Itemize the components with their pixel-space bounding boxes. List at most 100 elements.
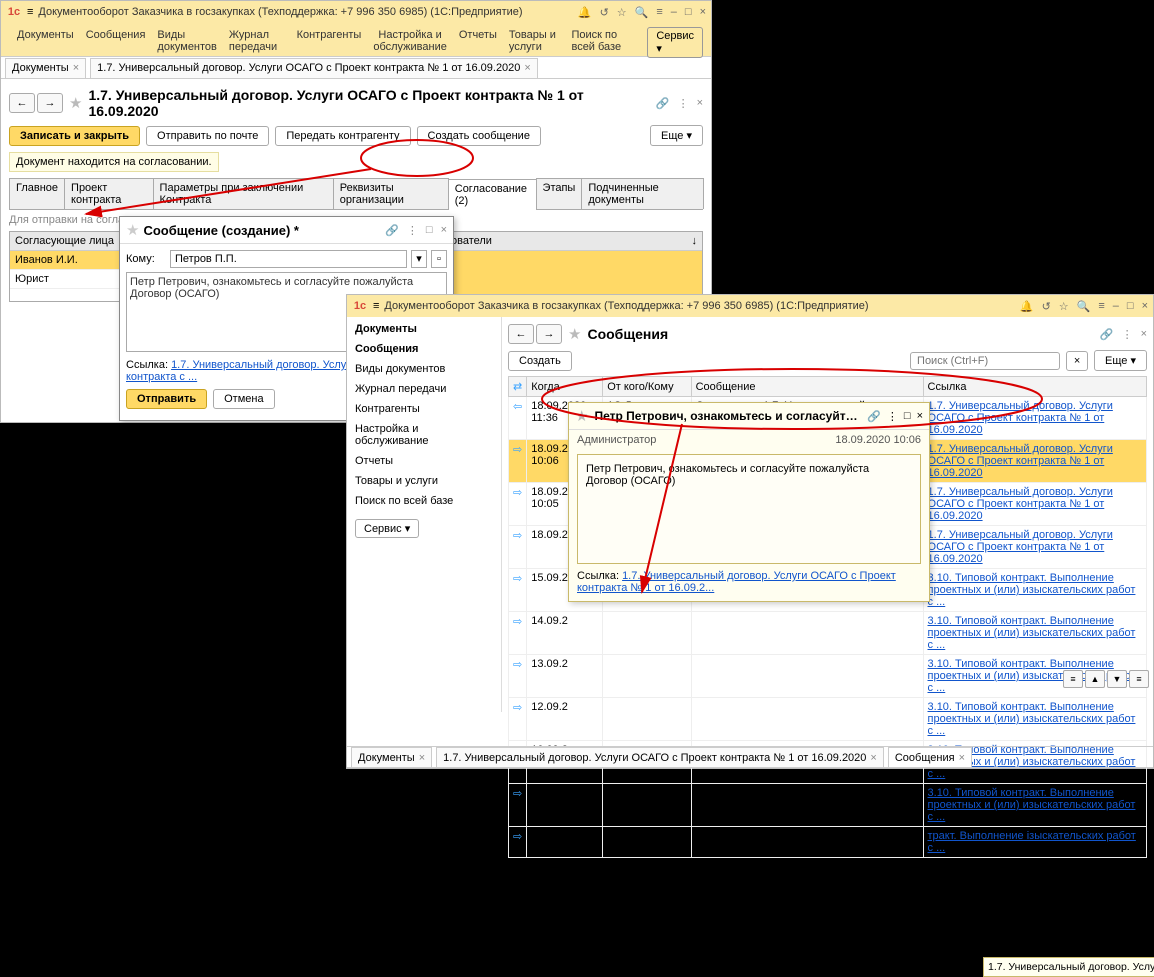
nav-down-button[interactable]: ▼ — [1107, 670, 1127, 688]
nav-back-button[interactable]: ← — [9, 93, 35, 113]
minimize-icon[interactable]: – — [1113, 300, 1119, 313]
tab-contract[interactable]: 1.7. Универсальный договор. Услуги ОСАГО… — [90, 58, 538, 78]
close-icon[interactable]: × — [917, 410, 923, 422]
menu-documents[interactable]: Документы — [17, 27, 74, 41]
cancel-button[interactable]: Отмена — [213, 389, 274, 409]
close-panel-icon[interactable]: × — [697, 97, 703, 110]
star-icon[interactable]: ★ — [575, 407, 588, 425]
menu-doctypes[interactable]: Виды документов — [157, 27, 216, 53]
col-msg[interactable]: Сообщение — [691, 377, 923, 397]
document-link[interactable]: 1.7. Универсальный договор. Услуги ОСАГО… — [577, 570, 896, 594]
square-icon[interactable]: □ — [426, 224, 433, 237]
table-row[interactable]: ⇨14.09.23.10. Типовой контракт. Выполнен… — [509, 612, 1147, 655]
table-row[interactable]: ⇨10.09.2020 00:14Администратортракт. Вып… — [509, 827, 1147, 858]
menu-settings[interactable]: Настройка и обслуживание — [373, 27, 447, 53]
nav-first-button[interactable]: ≡ — [1063, 670, 1083, 688]
col-link[interactable]: Ссылка — [923, 377, 1146, 397]
nav-fwd-button[interactable]: → — [37, 93, 63, 113]
close-icon[interactable]: × — [441, 224, 447, 237]
col-who[interactable]: От кого/Кому — [603, 377, 691, 397]
send-contragent-button[interactable]: Передать контрагенту — [275, 126, 410, 146]
square-icon[interactable]: □ — [904, 410, 911, 422]
row-link[interactable]: 3.10. Типовой контракт. Выполнение проек… — [928, 615, 1136, 651]
menu-search[interactable]: Поиск по всей базе — [571, 27, 631, 53]
star-icon[interactable]: ★ — [126, 221, 139, 239]
close-icon[interactable]: × — [700, 6, 706, 19]
to-clear-button[interactable]: ▫ — [431, 250, 447, 268]
to-dropdown-button[interactable]: ▾ — [411, 250, 427, 268]
create-button[interactable]: Создать — [508, 351, 572, 371]
row-link[interactable]: тракт. Выполнение ізыскательских работ с… — [928, 830, 1136, 854]
tab-close-icon[interactable]: × — [870, 752, 876, 764]
sidebar-item-contragents[interactable]: Контрагенты — [355, 403, 493, 415]
itab-project[interactable]: Проект контракта — [64, 178, 154, 209]
link-icon[interactable]: 🔗 — [385, 224, 399, 237]
row-link[interactable]: 1.7. Универсальный договор. Услуги ОСАГО… — [928, 400, 1113, 436]
close-panel-icon[interactable]: × — [1141, 328, 1147, 341]
nav-fwd-button[interactable]: → — [536, 324, 562, 344]
tab-close-icon[interactable]: × — [73, 62, 79, 74]
menu-contragents[interactable]: Контрагенты — [297, 27, 362, 41]
sidebar-item-reports[interactable]: Отчеты — [355, 455, 493, 467]
search-clear-button[interactable]: × — [1066, 351, 1088, 371]
nav-last-button[interactable]: ≡ — [1129, 670, 1149, 688]
tab-contract[interactable]: 1.7. Универсальный договор. Услуги ОСАГО… — [436, 747, 884, 767]
menu-goods[interactable]: Товары и услуги — [509, 27, 560, 53]
more-icon[interactable]: ⋮ — [887, 410, 898, 423]
settings-icon[interactable]: ≡ — [656, 6, 662, 19]
tab-close-icon[interactable]: × — [959, 752, 965, 764]
service-button[interactable]: Сервис ▾ — [647, 27, 703, 58]
maximize-icon[interactable]: □ — [1127, 300, 1134, 313]
bell-icon[interactable]: 🔔 — [578, 6, 592, 19]
history-icon[interactable]: ↺ — [1042, 300, 1051, 313]
table-row[interactable]: ⇨13.09.23.10. Типовой контракт. Выполнен… — [509, 655, 1147, 698]
link-icon[interactable]: 🔗 — [1100, 328, 1114, 341]
link-icon[interactable]: 🔗 — [867, 410, 881, 423]
send-mail-button[interactable]: Отправить по почте — [146, 126, 269, 146]
maximize-icon[interactable]: □ — [685, 6, 692, 19]
more-icon[interactable]: ⋮ — [407, 224, 418, 237]
star-icon[interactable]: ☆ — [617, 6, 627, 19]
to-input[interactable] — [170, 250, 407, 268]
link-icon[interactable]: 🔗 — [656, 97, 670, 110]
more-icon[interactable]: ⋮ — [678, 97, 689, 110]
col-when[interactable]: Когда — [527, 377, 603, 397]
row-link[interactable]: 1.7. Универсальный договор. Услуги ОСАГО… — [928, 529, 1113, 565]
row-link[interactable]: 1.7. Универсальный договор. Услуги ОСАГО… — [928, 486, 1113, 522]
create-message-button[interactable]: Создать сообщение — [417, 126, 541, 146]
row-link[interactable]: 3.10. Типовой контракт. Выполнение проек… — [928, 572, 1136, 608]
sidebar-item-search[interactable]: Поиск по всей базе — [355, 495, 493, 507]
tab-close-icon[interactable]: × — [419, 752, 425, 764]
row-link[interactable]: 3.10. Типовой контракт. Выполнение проек… — [928, 701, 1136, 737]
sidebar-item-messages[interactable]: Сообщения — [355, 343, 493, 355]
burger-icon[interactable]: ≡ — [373, 300, 379, 312]
nav-up-button[interactable]: ▲ — [1085, 670, 1105, 688]
more-button[interactable]: Еще ▾ — [1094, 350, 1147, 371]
tab-messages[interactable]: Сообщения× — [888, 747, 972, 767]
bell-icon[interactable]: 🔔 — [1020, 300, 1034, 313]
tab-close-icon[interactable]: × — [524, 62, 530, 74]
menu-reports[interactable]: Отчеты — [459, 27, 497, 41]
menu-journal[interactable]: Журнал передачи — [229, 27, 285, 53]
minimize-icon[interactable]: – — [671, 6, 677, 19]
search-icon[interactable]: 🔍 — [1077, 300, 1091, 313]
sidebar-item-settings[interactable]: Настройка и обслуживание — [355, 423, 493, 447]
col-dir[interactable]: ⇄ — [509, 377, 527, 397]
itab-requisites[interactable]: Реквизиты организации — [333, 178, 449, 209]
sidebar-item-doctypes[interactable]: Виды документов — [355, 363, 493, 375]
itab-main[interactable]: Главное — [9, 178, 65, 209]
more-icon[interactable]: ⋮ — [1122, 328, 1133, 341]
history-icon[interactable]: ↺ — [600, 6, 609, 19]
table-row[interactable]: ⇨10.09.23.10. Типовой контракт. Выполнен… — [509, 784, 1147, 827]
star-icon[interactable]: ★ — [568, 325, 581, 343]
itab-stages[interactable]: Этапы — [536, 178, 583, 209]
search-input[interactable] — [910, 352, 1060, 370]
settings-icon[interactable]: ≡ — [1098, 300, 1104, 313]
save-close-button[interactable]: Записать и закрыть — [9, 126, 140, 146]
more-button[interactable]: Еще ▾ — [650, 125, 703, 146]
send-button[interactable]: Отправить — [126, 389, 207, 409]
burger-icon[interactable]: ≡ — [27, 6, 33, 18]
tab-documents[interactable]: Документы × — [5, 58, 86, 78]
star-icon[interactable]: ☆ — [1059, 300, 1069, 313]
itab-approval[interactable]: Согласование (2) — [448, 179, 537, 210]
